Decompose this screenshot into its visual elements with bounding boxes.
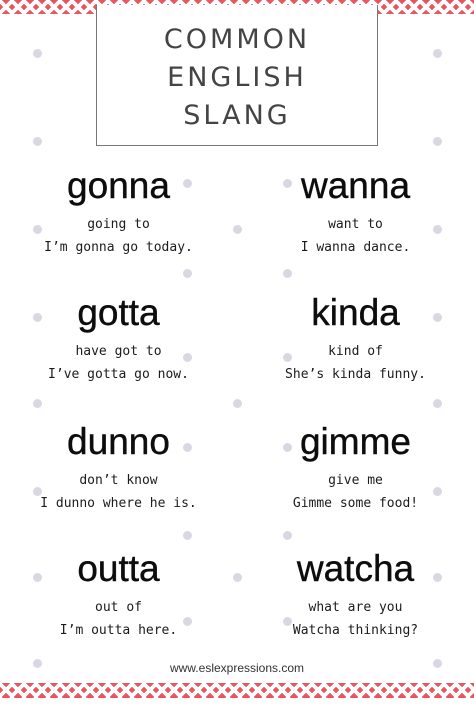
slang-example: Watcha thinking?: [292, 623, 419, 638]
decorative-dot: [33, 137, 42, 146]
slang-meaning: out of: [95, 600, 142, 615]
slang-example: I’m outta here.: [59, 623, 178, 638]
slang-meaning: give me: [328, 473, 383, 488]
decorative-dot: [33, 399, 42, 408]
slang-entry: watcha what are you Watcha thinking?: [237, 548, 474, 649]
slang-word: wanna: [300, 165, 411, 206]
slang-example: I wanna dance.: [300, 240, 411, 255]
slang-meaning: don’t know: [79, 473, 158, 488]
title-line-3: SLANG: [183, 100, 291, 131]
decorative-dot: [233, 399, 242, 408]
slang-word: gotta: [77, 292, 160, 333]
slang-meaning: going to: [87, 217, 150, 232]
slang-example: I’ve gotta go now.: [48, 367, 189, 382]
decorative-dot: [433, 49, 442, 58]
slang-entry: dunno don’t know I dunno where he is.: [0, 421, 237, 522]
slang-entry: outta out of I’m outta here.: [0, 548, 237, 649]
slang-entry: wanna want to I wanna dance.: [237, 165, 474, 266]
slang-word: gonna: [67, 165, 170, 206]
decorative-dot: [33, 49, 42, 58]
decorative-dot: [183, 531, 192, 540]
slang-meaning: have got to: [75, 344, 162, 359]
decorative-dot: [183, 269, 192, 278]
slang-word: watcha: [296, 548, 415, 589]
slang-meaning: what are you: [308, 600, 403, 615]
slang-entry: gotta have got to I’ve gotta go now.: [0, 292, 237, 393]
slang-word: gimme: [299, 421, 412, 462]
slang-example: I dunno where he is.: [40, 496, 197, 511]
slang-example: I’m gonna go today.: [44, 240, 193, 255]
slang-entry: kinda kind of She’s kinda funny.: [237, 292, 474, 393]
slang-meaning: want to: [328, 217, 383, 232]
decorative-dot: [433, 399, 442, 408]
decorative-dot: [283, 269, 292, 278]
slang-example: She’s kinda funny.: [285, 367, 426, 382]
slang-entry: gimme give me Gimme some food!: [237, 421, 474, 522]
slang-example: Gimme some food!: [292, 496, 419, 511]
slang-word: outta: [77, 548, 160, 589]
title-line-1: COMMON: [163, 24, 311, 55]
title-line-2: ENGLISH: [167, 62, 307, 93]
slang-meaning: kind of: [328, 344, 383, 359]
title-box: COMMON ENGLISH SLANG: [96, 5, 378, 146]
decorative-dot: [433, 137, 442, 146]
footer-website: www.eslexpressions.com: [169, 661, 305, 675]
decorative-dot: [283, 531, 292, 540]
slang-word: kinda: [311, 292, 400, 333]
slang-entry: gonna going to I’m gonna go today.: [0, 165, 237, 266]
decorative-bottom-border: [0, 683, 474, 698]
slang-word: dunno: [67, 421, 170, 462]
